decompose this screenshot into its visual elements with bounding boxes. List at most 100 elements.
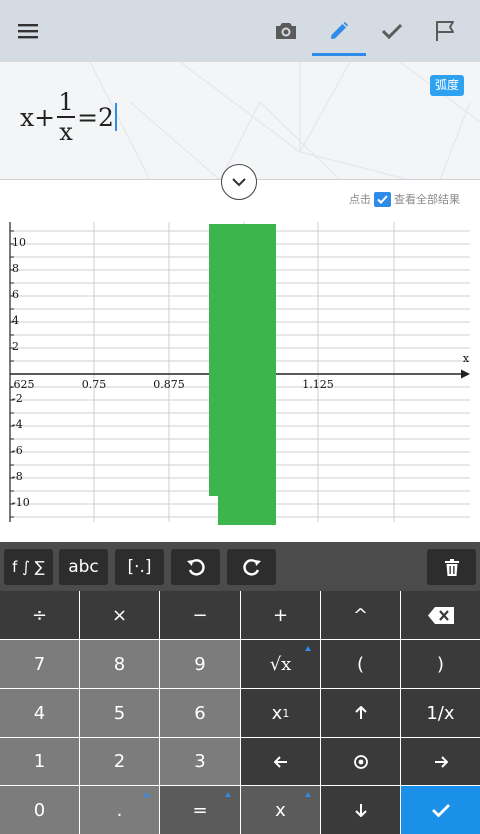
check-icon bbox=[382, 23, 402, 39]
check-button[interactable] bbox=[370, 8, 414, 54]
x-tick-label: 1.125 bbox=[302, 378, 334, 391]
equals-label: = bbox=[192, 799, 208, 821]
sqrt-key[interactable]: √x bbox=[241, 640, 320, 688]
x-tick-label: .625 bbox=[10, 378, 35, 391]
fraction-numerator: 1 bbox=[58, 88, 74, 116]
digit-6-key[interactable]: 6 bbox=[160, 689, 240, 737]
camera-icon bbox=[276, 23, 296, 39]
digit-2-key[interactable]: 2 bbox=[80, 738, 159, 785]
digit-1-key[interactable]: 1 bbox=[0, 738, 79, 785]
menu-icon bbox=[18, 24, 38, 39]
show-all-label: 查看全部结果 bbox=[394, 193, 460, 206]
expr-fraction: 1 x bbox=[57, 88, 76, 146]
angle-mode-badge[interactable]: 弧度 bbox=[430, 75, 464, 96]
multiply-key[interactable]: × bbox=[80, 591, 159, 639]
show-all-checkbox[interactable] bbox=[374, 191, 391, 207]
arrow-up-icon bbox=[354, 706, 367, 719]
show-all-results[interactable]: 点击 查看全部结果 bbox=[349, 190, 460, 208]
digit-3-key[interactable]: 3 bbox=[160, 738, 240, 785]
more-options-indicator bbox=[144, 792, 150, 797]
x-tick-label: 0.75 bbox=[82, 378, 107, 391]
check-icon bbox=[431, 804, 450, 817]
x-tick-label: 0.875 bbox=[153, 378, 185, 391]
digit-7-key[interactable]: 7 bbox=[0, 640, 79, 688]
digit-8-key[interactable]: 8 bbox=[80, 640, 159, 688]
y-tick-label: -4 bbox=[12, 418, 23, 431]
trash-icon bbox=[444, 558, 459, 576]
pencil-tab[interactable] bbox=[317, 8, 361, 54]
text-cursor bbox=[114, 103, 117, 131]
y-tick-label: -6 bbox=[12, 444, 23, 457]
variable-x-label: x bbox=[275, 799, 286, 821]
more-options-indicator bbox=[305, 646, 311, 651]
y-tick-label: 2 bbox=[12, 340, 19, 353]
checkbox-check-icon bbox=[377, 194, 388, 204]
camera-button[interactable] bbox=[264, 8, 308, 54]
reciprocal-key[interactable]: 1/x bbox=[401, 689, 480, 737]
y-tick-label: -8 bbox=[12, 470, 23, 483]
redo-icon bbox=[242, 559, 261, 576]
more-options-indicator bbox=[305, 792, 311, 797]
expr-plus: + bbox=[34, 102, 56, 132]
subscript-label: x bbox=[271, 702, 283, 724]
expr-variable: x bbox=[20, 102, 35, 132]
digit-5-key[interactable]: 5 bbox=[80, 689, 159, 737]
left-paren-key[interactable]: ( bbox=[321, 640, 400, 688]
plot-series-lower bbox=[218, 396, 276, 525]
flag-icon bbox=[436, 21, 454, 41]
expr-equals: = bbox=[77, 102, 99, 132]
equals-key[interactable]: = bbox=[160, 786, 240, 834]
minus-key[interactable]: − bbox=[160, 591, 240, 639]
decimal-label: . bbox=[116, 799, 123, 821]
more-options-indicator bbox=[225, 792, 231, 797]
graph-plot bbox=[209, 224, 276, 525]
active-tab-indicator bbox=[312, 53, 366, 56]
digit-9-key[interactable]: 9 bbox=[160, 640, 240, 688]
undo-button[interactable] bbox=[171, 549, 220, 585]
delete-all-button[interactable] bbox=[427, 549, 476, 585]
top-toolbar bbox=[0, 0, 480, 62]
math-expression[interactable]: x + 1 x = 2 bbox=[20, 82, 117, 152]
x-axis-arrow bbox=[461, 369, 470, 379]
sqrt-label: √x bbox=[269, 653, 292, 675]
subscript-index: 1 bbox=[282, 706, 290, 720]
pencil-icon bbox=[331, 22, 348, 39]
subscript-key[interactable]: x1 bbox=[241, 689, 320, 737]
variable-x-key[interactable]: x bbox=[241, 786, 320, 834]
arrow-right-icon bbox=[434, 755, 448, 768]
keyboard-function-bar: f ∫ ∑ abc [⋅.] bbox=[0, 542, 480, 591]
functions-tab[interactable]: f ∫ ∑ bbox=[4, 549, 53, 585]
y-tick-label: -10 bbox=[12, 496, 30, 509]
y-tick-label: 6 bbox=[12, 288, 19, 301]
arrow-down-key[interactable] bbox=[321, 786, 400, 834]
digit-0-key[interactable]: 0 bbox=[0, 786, 79, 834]
expression-area[interactable]: x + 1 x = 2 弧度 bbox=[0, 62, 480, 180]
menu-button[interactable] bbox=[6, 8, 50, 54]
plus-key[interactable]: + bbox=[241, 591, 320, 639]
redo-button[interactable] bbox=[227, 549, 276, 585]
arrow-up-key[interactable] bbox=[321, 689, 400, 737]
arrow-right-key[interactable] bbox=[401, 738, 480, 785]
solve-button[interactable] bbox=[401, 786, 480, 834]
expand-button[interactable] bbox=[221, 164, 257, 200]
digit-4-key[interactable]: 4 bbox=[0, 689, 79, 737]
center-cursor-key[interactable] bbox=[321, 738, 400, 785]
abc-tab[interactable]: abc bbox=[59, 549, 108, 585]
expr-rhs: 2 bbox=[98, 102, 114, 132]
keyboard: ÷ × − + ^ 7 8 9 √x ( ) 4 5 6 x1 1/x 1 2 … bbox=[0, 591, 480, 834]
right-paren-key[interactable]: ) bbox=[401, 640, 480, 688]
target-icon bbox=[353, 754, 368, 769]
decimal-key[interactable]: . bbox=[80, 786, 159, 834]
matrix-tab[interactable]: [⋅.] bbox=[115, 549, 164, 585]
function-graph[interactable]: .625 0.75 0.875 1.125 x 10 8 6 4 2 -2 -4 -6 -8 -10 bbox=[0, 210, 480, 540]
chevron-down-icon bbox=[232, 177, 246, 186]
backspace-key[interactable] bbox=[401, 591, 480, 639]
power-key[interactable]: ^ bbox=[321, 591, 400, 639]
divide-key[interactable]: ÷ bbox=[0, 591, 79, 639]
y-tick-label: 8 bbox=[12, 262, 19, 275]
y-tick-label: 10 bbox=[12, 236, 26, 249]
arrow-left-key[interactable] bbox=[241, 738, 320, 785]
flag-button[interactable] bbox=[423, 8, 467, 54]
y-tick-label: 4 bbox=[12, 314, 19, 327]
arrow-left-icon bbox=[273, 755, 287, 768]
